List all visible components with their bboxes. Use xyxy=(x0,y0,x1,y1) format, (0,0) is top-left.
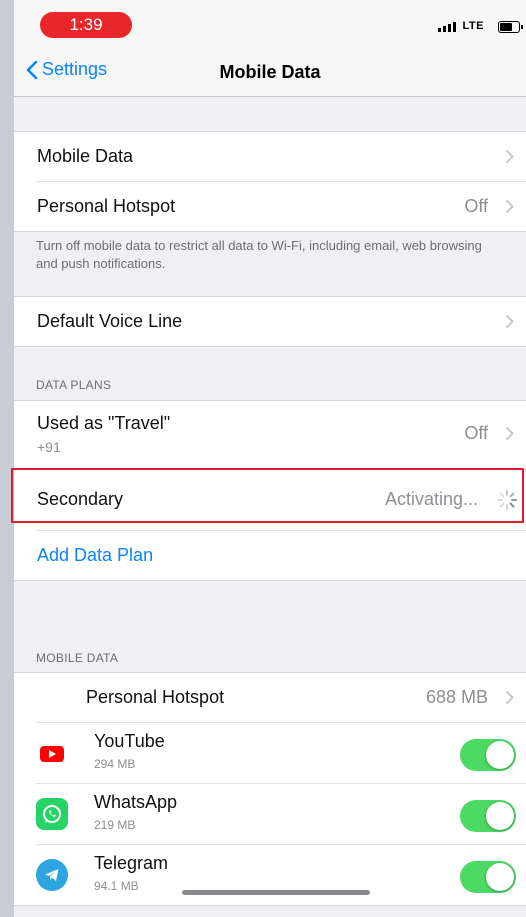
mobile-data-header: MOBILE DATA xyxy=(36,651,119,665)
phone-screen: 1:39 LTE Settings Mobile Data Mobile Dat… xyxy=(14,0,526,917)
secondary-plan-label: Secondary xyxy=(37,489,124,509)
chevron-right-icon xyxy=(505,426,514,441)
app-usage: 219 MB xyxy=(94,818,136,832)
data-plans-header: DATA PLANS xyxy=(36,378,112,392)
personal-hotspot-row[interactable]: Personal Hotspot Off xyxy=(36,182,526,231)
app-row-whatsapp: WhatsApp 219 MB xyxy=(36,784,526,845)
page-title: Mobile Data xyxy=(219,62,321,82)
mobile-data-label: Mobile Data xyxy=(37,146,134,166)
app-usage: 94.1 MB xyxy=(94,879,139,893)
whatsapp-data-toggle[interactable] xyxy=(460,800,516,832)
mobile-data-row[interactable]: Mobile Data xyxy=(36,132,526,182)
youtube-data-toggle[interactable] xyxy=(460,739,516,771)
loading-spinner-icon xyxy=(497,490,517,510)
secondary-plan-row[interactable]: Secondary Activating... xyxy=(36,470,526,531)
whatsapp-icon xyxy=(36,798,68,830)
travel-plan-label: Used as "Travel" xyxy=(37,413,171,433)
app-name: WhatsApp xyxy=(94,792,178,812)
personal-hotspot-value: Off xyxy=(464,196,488,216)
signal-icon xyxy=(438,22,456,32)
youtube-icon xyxy=(36,737,68,769)
app-usage: 294 MB xyxy=(94,757,136,771)
secondary-plan-status: Activating... xyxy=(384,489,478,509)
hotspot-usage-value: 688 MB xyxy=(425,687,488,707)
app-name: Telegram xyxy=(94,853,169,873)
mobile-data-apps-group: Personal Hotspot 688 MB YouTube 294 MB W… xyxy=(14,672,526,906)
home-indicator[interactable] xyxy=(182,890,370,895)
hotspot-usage-row[interactable]: Personal Hotspot 688 MB xyxy=(36,673,526,723)
add-data-plan-link[interactable]: Add Data Plan xyxy=(37,545,153,566)
travel-plan-number: +91 xyxy=(37,439,61,455)
navigation-bar: Settings Mobile Data xyxy=(14,48,526,97)
chevron-right-icon xyxy=(505,199,514,214)
mobile-data-group: Mobile Data Personal Hotspot Off xyxy=(14,131,526,232)
data-plans-group: Used as "Travel" +91 Off Secondary Activ… xyxy=(14,400,526,581)
travel-plan-value: Off xyxy=(464,423,488,443)
app-name: YouTube xyxy=(94,731,165,751)
battery-icon xyxy=(498,21,523,33)
personal-hotspot-label: Personal Hotspot xyxy=(37,196,176,216)
chevron-right-icon xyxy=(505,314,514,329)
default-voice-line-row[interactable]: Default Voice Line xyxy=(36,297,526,346)
telegram-icon xyxy=(36,859,68,891)
default-voice-line-label: Default Voice Line xyxy=(37,311,183,331)
app-row-youtube: YouTube 294 MB xyxy=(36,723,526,784)
network-label: LTE xyxy=(462,20,484,32)
app-row-telegram: Telegram 94.1 MB xyxy=(36,845,526,905)
chevron-right-icon xyxy=(505,690,514,705)
chevron-right-icon xyxy=(505,149,514,164)
mobile-data-note: Turn off mobile data to restrict all dat… xyxy=(36,238,482,271)
telegram-data-toggle[interactable] xyxy=(460,861,516,893)
travel-plan-row[interactable]: Used as "Travel" +91 Off xyxy=(36,401,526,470)
hotspot-usage-label: Personal Hotspot xyxy=(86,687,225,707)
voice-line-group: Default Voice Line xyxy=(14,296,526,347)
status-time[interactable]: 1:39 xyxy=(40,12,132,38)
status-bar: 1:39 LTE xyxy=(14,0,526,48)
add-data-plan-row[interactable]: Add Data Plan xyxy=(36,531,526,580)
